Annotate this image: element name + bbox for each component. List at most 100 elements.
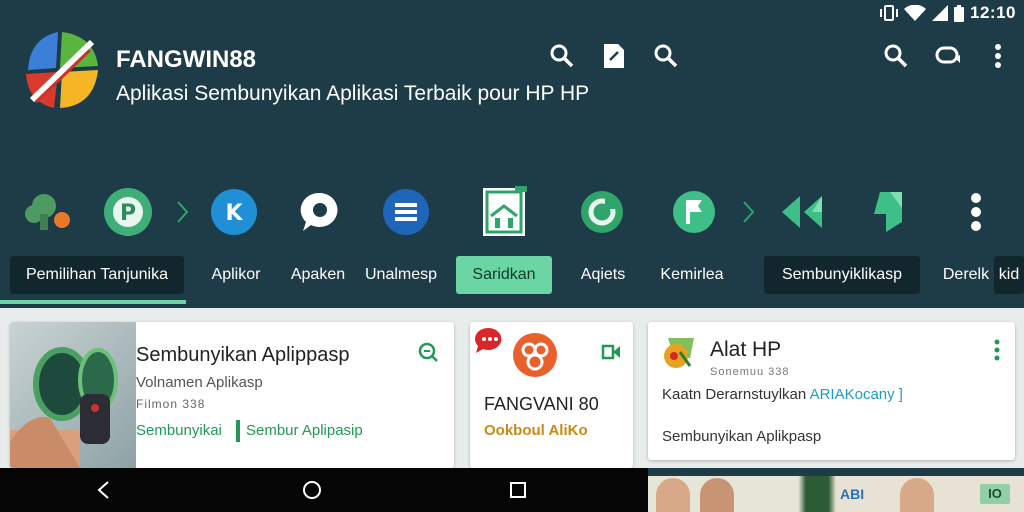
category-more-button[interactable] bbox=[950, 186, 1002, 238]
recents-square-icon bbox=[510, 482, 526, 498]
tab-kemirlea[interactable]: Kemirlea bbox=[652, 256, 732, 294]
list-icon bbox=[383, 189, 429, 235]
app-card-alat-hp[interactable]: Alat HP Sonemuu 338 Kaatn Derarnstuylkan… bbox=[648, 322, 1015, 460]
tab-aplikor[interactable]: Aplikor bbox=[198, 256, 274, 294]
status-clock: 12:10 bbox=[970, 3, 1016, 22]
category-message-button[interactable] bbox=[294, 186, 346, 238]
k-letter-icon: K bbox=[211, 189, 257, 235]
back-icon bbox=[97, 481, 109, 499]
card-description-text: Kaatn Derarnstuylkan bbox=[662, 386, 807, 403]
more-vert-icon bbox=[971, 193, 981, 231]
card-meta: Sonemuu 338 bbox=[710, 366, 790, 378]
card-repeat-button[interactable] bbox=[599, 340, 623, 364]
promo-tag: IO bbox=[980, 484, 1010, 504]
zoom-search-icon bbox=[418, 342, 438, 362]
recents-button[interactable] bbox=[504, 476, 532, 504]
rewind-icon bbox=[782, 196, 822, 228]
card-divider bbox=[236, 420, 240, 442]
status-icons: 12:10 bbox=[880, 3, 1016, 23]
repeat-icon bbox=[601, 344, 620, 360]
tab-derelk[interactable]: Derelk bbox=[938, 256, 994, 294]
category-p-button[interactable]: P bbox=[102, 186, 154, 238]
tab-active-indicator bbox=[0, 300, 186, 304]
search-button[interactable] bbox=[548, 42, 576, 70]
tab-apaken[interactable]: Apaken bbox=[282, 256, 354, 294]
promo-banner[interactable]: ABI IO bbox=[648, 476, 1024, 512]
card-more-button[interactable] bbox=[989, 338, 1005, 362]
tab-unalmesp[interactable]: Unalmesp bbox=[360, 256, 442, 294]
tab-sembunyiklikasp[interactable]: Sembunyiklikasp bbox=[764, 256, 920, 294]
tab-saridkan[interactable]: Saridkan bbox=[456, 256, 552, 294]
promo-label: ABI bbox=[840, 486, 865, 502]
building-icon bbox=[483, 186, 527, 236]
category-refresh-button[interactable] bbox=[576, 186, 628, 238]
card-link-secondary[interactable]: Sembur Aplipasip bbox=[246, 422, 363, 439]
tab-aqiets[interactable]: Aqiets bbox=[568, 256, 638, 294]
search-icon bbox=[884, 44, 908, 68]
app-logo-icon bbox=[26, 32, 98, 108]
svg-text:P: P bbox=[120, 201, 136, 226]
category-building-button[interactable] bbox=[478, 186, 530, 238]
status-bar: 12:10 bbox=[0, 0, 1024, 24]
search-button-3[interactable] bbox=[882, 42, 910, 70]
category-icon-row: P K bbox=[0, 186, 1024, 246]
card-description: Kaatn Derarnstuylkan ARIAKocany ] bbox=[662, 386, 903, 403]
bookmark-icon bbox=[874, 192, 902, 232]
app-orange-icon bbox=[513, 333, 557, 377]
search-icon bbox=[550, 44, 574, 68]
category-list-button[interactable] bbox=[380, 186, 432, 238]
flag-icon bbox=[673, 191, 715, 233]
more-options-button[interactable] bbox=[984, 42, 1012, 70]
signal-icon bbox=[932, 5, 949, 21]
app-logo bbox=[20, 28, 102, 112]
chat-button[interactable] bbox=[934, 42, 962, 70]
app-bar: FANGWIN88 Aplikasi Sembunyikan Aplikasi … bbox=[0, 24, 1024, 174]
battery-icon bbox=[954, 4, 965, 22]
search-button-2[interactable] bbox=[652, 42, 680, 70]
promo-person bbox=[900, 478, 934, 512]
category-rewind-button[interactable] bbox=[776, 186, 828, 238]
tab-bar: Pemilihan Tanjunika Aplikor Apaken Unalm… bbox=[0, 252, 1024, 308]
tab-kid[interactable]: kid bbox=[994, 256, 1024, 294]
refresh-circle-icon bbox=[581, 191, 623, 233]
edit-note-button[interactable] bbox=[600, 42, 628, 70]
promo-person bbox=[656, 478, 690, 512]
category-leaf-button[interactable] bbox=[22, 186, 74, 238]
alat-hp-icon bbox=[664, 338, 694, 368]
promo-person bbox=[700, 478, 734, 512]
app-title: FANGWIN88 bbox=[116, 46, 257, 73]
more-vert-icon bbox=[994, 339, 1000, 361]
card-description-link[interactable]: ARIAKocany ] bbox=[810, 386, 903, 403]
card-title: Sembunyikan Aplippasp bbox=[136, 344, 350, 366]
chevron-right-icon bbox=[743, 201, 755, 223]
system-nav-bar bbox=[0, 468, 648, 512]
app-card-sembunyikan[interactable]: Sembunyikan Aplippasp Volnamen Aplikasp … bbox=[10, 322, 454, 468]
search-icon bbox=[654, 44, 678, 68]
home-button[interactable] bbox=[298, 476, 326, 504]
home-circle-icon bbox=[303, 481, 321, 499]
app-card-fangvani[interactable]: FANGVANI 80 Ookboul AliKo bbox=[470, 322, 633, 468]
vibrate-icon bbox=[880, 5, 899, 21]
card-title: FANGVANI 80 bbox=[484, 394, 599, 414]
svg-text:K: K bbox=[225, 201, 243, 226]
hand-phone-illustration bbox=[10, 347, 118, 468]
back-button[interactable] bbox=[90, 476, 118, 504]
card-thumbnail bbox=[10, 322, 136, 468]
leaf-badge-icon bbox=[25, 194, 70, 230]
category-flag-button[interactable] bbox=[668, 186, 720, 238]
wifi-icon bbox=[904, 5, 927, 21]
card-meta: Filmon 338 bbox=[136, 397, 206, 411]
chat-icon bbox=[935, 46, 960, 64]
chat-badge-icon bbox=[474, 327, 502, 353]
message-bubble-icon bbox=[300, 192, 338, 231]
card-title: Alat HP bbox=[710, 338, 782, 361]
card-subtitle: Volnamen Aplikasp bbox=[136, 374, 263, 391]
card-zoom-button[interactable] bbox=[416, 340, 440, 364]
category-k-button[interactable]: K bbox=[208, 186, 260, 238]
card-link-primary[interactable]: Sembunyikai bbox=[136, 422, 222, 439]
edit-note-icon bbox=[604, 44, 624, 68]
content-area: Sembunyikan Aplippasp Volnamen Aplikasp … bbox=[0, 308, 1024, 468]
tab-pemilihan[interactable]: Pemilihan Tanjunika bbox=[10, 256, 184, 294]
card-footer-text: Sembunyikan Aplikpasp bbox=[662, 428, 822, 445]
category-bookmark-button[interactable] bbox=[864, 186, 916, 238]
